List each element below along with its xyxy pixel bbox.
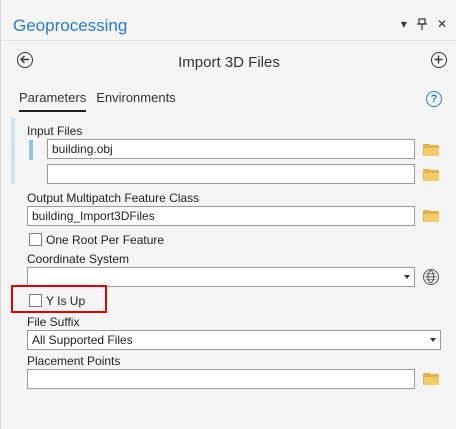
folder-icon[interactable] (423, 373, 439, 385)
folder-icon[interactable] (423, 169, 439, 181)
help-icon[interactable]: ? (426, 91, 442, 107)
output-label: Output Multipatch Feature Class (27, 191, 200, 205)
input-files-field-1[interactable]: building.obj (47, 139, 415, 159)
y-is-up-highlight (11, 285, 107, 313)
folder-icon[interactable] (423, 144, 439, 156)
coord-system-label: Coordinate System (27, 252, 130, 266)
file-suffix-dropdown[interactable]: All Supported Files (27, 330, 441, 350)
add-button[interactable] (431, 52, 447, 68)
file-suffix-label: File Suffix (27, 315, 80, 329)
add-icon (434, 55, 443, 64)
input-files-active-marker (29, 140, 33, 160)
pane-menu-icon[interactable]: ▾ (401, 18, 407, 32)
input-files-rail (11, 118, 15, 184)
globe-icon[interactable] (423, 269, 439, 285)
chevron-down-icon (404, 275, 410, 279)
chevron-down-icon (430, 338, 436, 342)
placement-points-label: Placement Points (27, 354, 121, 368)
placement-points-field[interactable] (27, 369, 415, 389)
tab-bar: Parameters Environments (19, 90, 176, 112)
tool-title: Import 3D Files (178, 54, 280, 71)
geoprocessing-pane: Geoprocessing ▾ ✕ Import 3D Files Parame… (0, 0, 456, 429)
one-root-label: One Root Per Feature (46, 233, 165, 247)
tool-header: Import 3D Files (1, 40, 456, 84)
coord-system-dropdown[interactable] (27, 267, 415, 287)
tab-parameters[interactable]: Parameters (19, 90, 87, 112)
output-field[interactable]: building_Import3DFiles (27, 206, 415, 226)
pane-titlebar: Geoprocessing ▾ ✕ (1, 0, 456, 41)
input-files-field-2[interactable] (47, 164, 415, 184)
pin-icon[interactable] (416, 18, 427, 32)
window-controls: ▾ ✕ (401, 18, 447, 32)
one-root-checkbox[interactable] (29, 233, 42, 246)
folder-icon[interactable] (423, 210, 439, 222)
tab-environments[interactable]: Environments (96, 90, 175, 112)
file-suffix-value: All Supported Files (32, 333, 133, 347)
pane-title: Geoprocessing (13, 16, 128, 35)
input-files-label: Input Files (27, 124, 83, 138)
parameters-panel: Input Files building.obj Output Multipat… (1, 118, 456, 429)
close-icon[interactable]: ✕ (437, 18, 447, 32)
